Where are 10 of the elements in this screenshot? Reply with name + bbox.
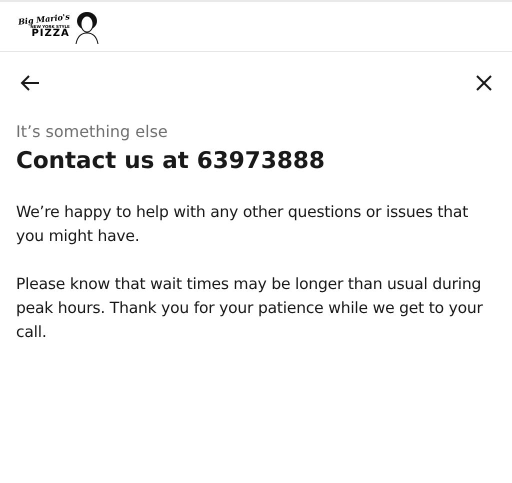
close-button[interactable] xyxy=(474,73,494,93)
title: Contact us at 63973888 xyxy=(16,147,326,176)
logo-name: PIZZA xyxy=(31,28,70,38)
close-icon xyxy=(476,75,492,91)
paragraph: We’re happy to help with any other questions or issues that you might have. xyxy=(16,202,470,247)
paragraph: Please know that wait times may be longer than usual during peak hours. Thank you for your patience while we get to your call. xyxy=(16,274,484,343)
logo-script: Big Mario's xyxy=(18,12,70,26)
subtitle: It’s something else xyxy=(16,122,169,142)
back-button[interactable] xyxy=(18,73,42,93)
back-icon xyxy=(20,75,40,91)
